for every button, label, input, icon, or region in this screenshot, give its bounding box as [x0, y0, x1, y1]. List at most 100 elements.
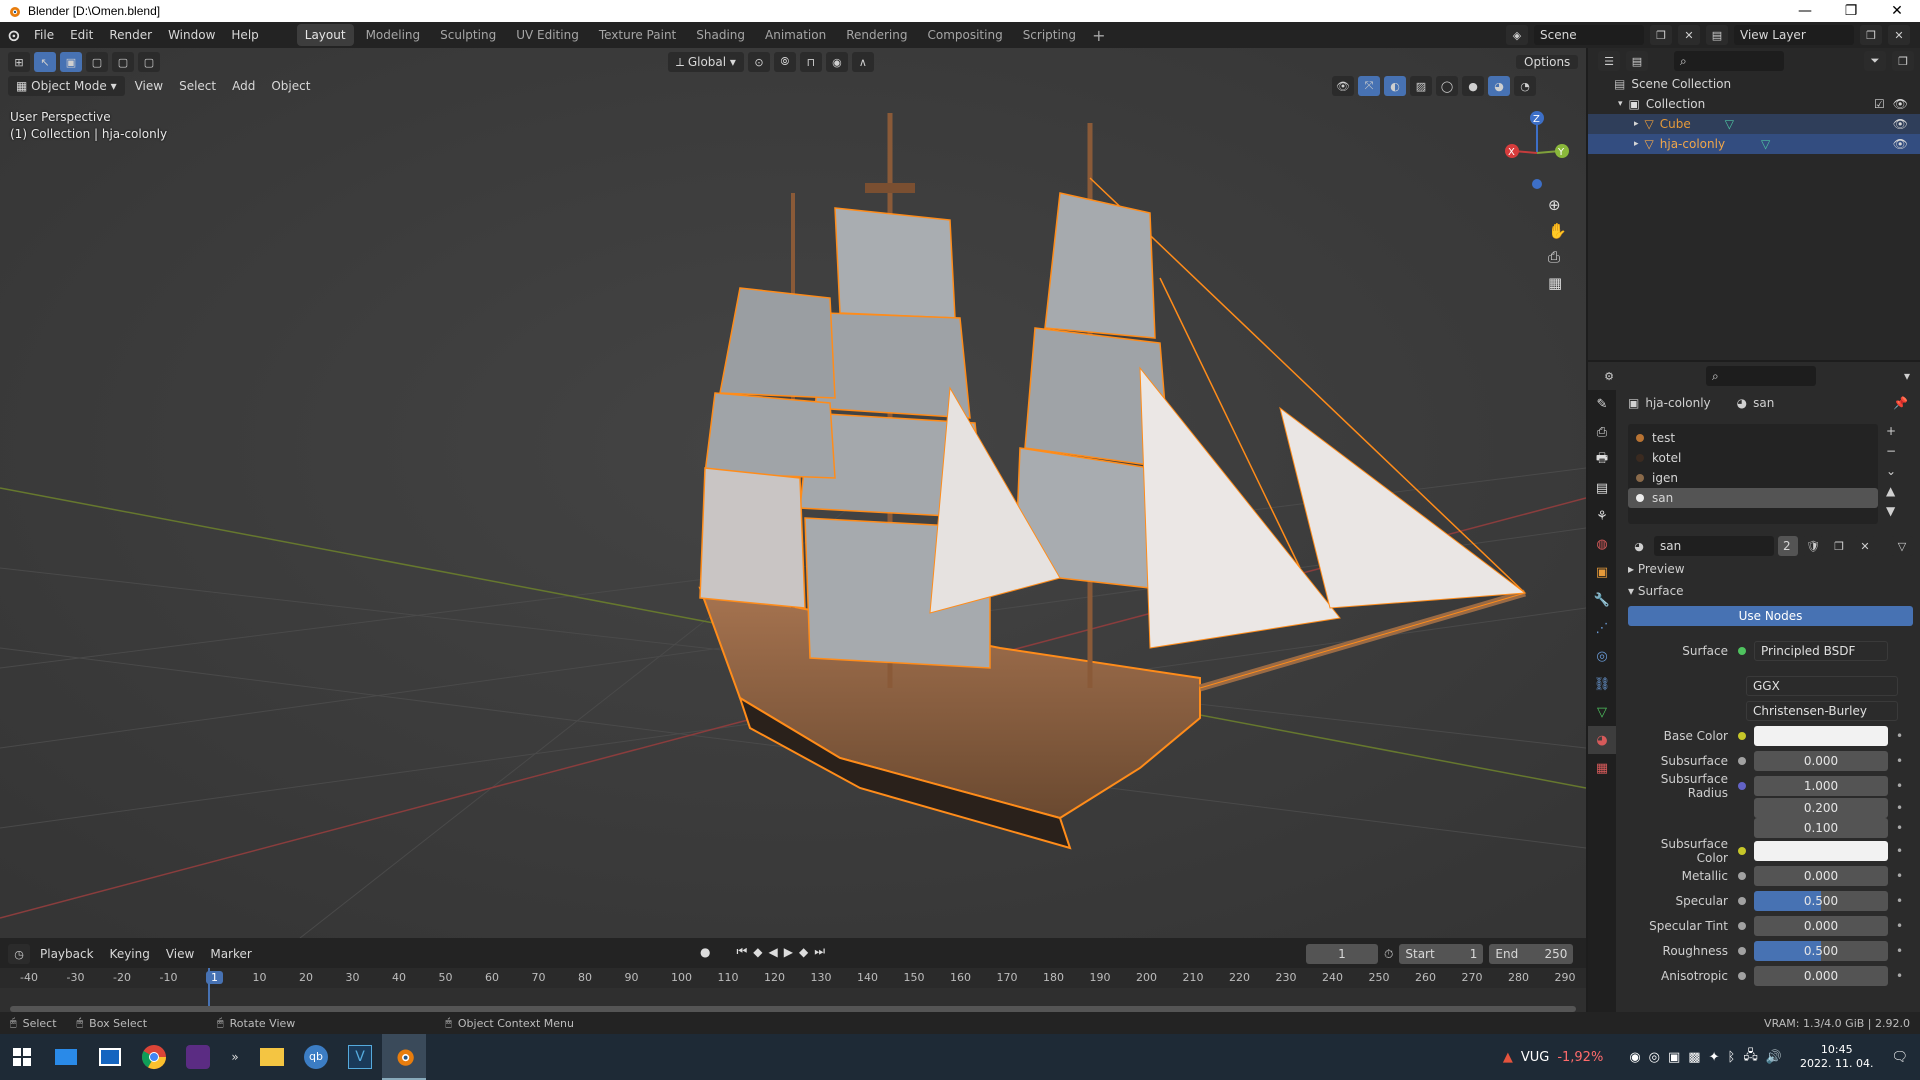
- menu-playback[interactable]: Playback: [34, 944, 100, 964]
- unlink-material-icon[interactable]: ✕: [1854, 536, 1876, 556]
- frame-ruler[interactable]: -40 -30 -20 -10 1 10 20 30 40 50 60 70 80 90 100 110 120…: [0, 968, 1586, 988]
- add-slot-icon[interactable]: +: [1886, 424, 1896, 438]
- subsurface-radius-x[interactable]: 1.000: [1754, 775, 1888, 796]
- keyframe-dot-icon[interactable]: •: [1896, 844, 1903, 858]
- move-slot-up-icon[interactable]: ▲: [1886, 484, 1896, 498]
- pin-icon[interactable]: 📌: [1893, 396, 1908, 410]
- minimize-button[interactable]: —: [1782, 0, 1828, 22]
- blender-menu-icon[interactable]: [0, 28, 26, 42]
- properties-options-icon[interactable]: ▾: [1904, 369, 1910, 383]
- physics-tab-icon[interactable]: ◎: [1588, 642, 1616, 670]
- tab-sculpting[interactable]: Sculpting: [432, 24, 504, 46]
- menu-edit[interactable]: Edit: [62, 22, 101, 48]
- material-slot-list[interactable]: test kotel igen san: [1628, 424, 1878, 524]
- xray-icon[interactable]: ▨: [1410, 76, 1432, 96]
- specular-value[interactable]: 0.500: [1754, 890, 1888, 911]
- transform-orientation-dropdown[interactable]: ⟂ Global ▾: [668, 52, 744, 72]
- material-shading-icon[interactable]: ◕: [1488, 76, 1510, 96]
- play-icon[interactable]: ▶: [784, 945, 793, 959]
- taskbar-vscode-style-app[interactable]: V: [338, 1034, 382, 1080]
- discord-icon[interactable]: ◉: [1629, 1050, 1640, 1065]
- tool-tab-icon[interactable]: ✎: [1588, 390, 1616, 418]
- collection-checkbox-icon[interactable]: ☑: [1874, 97, 1885, 111]
- snap-icon[interactable]: ⦾: [773, 52, 796, 72]
- bluetooth-icon[interactable]: ᛒ: [1728, 1050, 1736, 1065]
- camera-icon[interactable]: ⎙: [1548, 248, 1567, 266]
- add-workspace-icon[interactable]: +: [1086, 26, 1111, 45]
- scene-tab-icon[interactable]: ⚘: [1588, 502, 1616, 530]
- properties-search-input[interactable]: ⌕: [1706, 366, 1816, 386]
- hja-colonly-visibility-icon[interactable]: 👁: [1893, 137, 1908, 151]
- texture-tab-icon[interactable]: ▦: [1588, 754, 1616, 782]
- view-layer-field[interactable]: View Layer: [1734, 25, 1854, 45]
- keyframe-dot-icon[interactable]: •: [1896, 729, 1903, 743]
- expand-hja-colonly-icon[interactable]: ▸: [1634, 139, 1639, 149]
- menu-keying[interactable]: Keying: [104, 944, 156, 964]
- tab-animation[interactable]: Animation: [757, 24, 834, 46]
- tab-compositing[interactable]: Compositing: [919, 24, 1010, 46]
- snap-target-icon[interactable]: ⊓: [799, 52, 822, 72]
- mesh-data-icon[interactable]: ▽: [1761, 137, 1770, 151]
- data-tab-icon[interactable]: ▽: [1588, 698, 1616, 726]
- surface-shader-dropdown[interactable]: Principled BSDF: [1754, 640, 1888, 661]
- world-tab-icon[interactable]: ◍: [1588, 530, 1616, 558]
- end-frame-field[interactable]: End 250: [1489, 944, 1574, 964]
- taskbar-file-explorer[interactable]: [250, 1034, 294, 1080]
- cube-visibility-icon[interactable]: 👁: [1893, 117, 1908, 131]
- subsurface-value[interactable]: 0.000: [1754, 750, 1888, 771]
- menu-object[interactable]: Object: [265, 76, 316, 96]
- output-tab-icon[interactable]: 🖶: [1588, 446, 1616, 474]
- start-button[interactable]: [0, 1034, 44, 1080]
- new-collection-icon[interactable]: ❐: [1892, 51, 1914, 71]
- subsurface-method-dropdown[interactable]: Christensen-Burley: [1746, 700, 1898, 721]
- preview-panel-header[interactable]: ▸ Preview: [1628, 562, 1685, 576]
- new-scene-icon[interactable]: ❐: [1650, 25, 1672, 45]
- select-extend-icon[interactable]: ▢: [86, 52, 108, 72]
- scene-selector-icon[interactable]: ◈: [1506, 25, 1528, 45]
- rendered-shading-icon[interactable]: ◔: [1514, 76, 1536, 96]
- material-name-field[interactable]: san: [1654, 536, 1774, 556]
- display-mode-icon[interactable]: ▤: [1626, 51, 1648, 71]
- falloff-icon[interactable]: ∧: [851, 52, 874, 72]
- outliner-search-input[interactable]: ⌕: [1674, 51, 1784, 71]
- current-frame-field[interactable]: 1: [1306, 944, 1378, 964]
- options-button[interactable]: Options: [1516, 55, 1579, 69]
- next-keyframe-icon[interactable]: ◆: [799, 945, 808, 959]
- metallic-value[interactable]: 0.000: [1754, 865, 1888, 886]
- overlay-toggle-icon[interactable]: ◐: [1384, 76, 1406, 96]
- dropbox-icon[interactable]: ✦: [1709, 1050, 1720, 1065]
- taskbar-chrome[interactable]: [132, 1034, 176, 1080]
- keyframe-dot-icon[interactable]: •: [1896, 944, 1903, 958]
- stopwatch-icon[interactable]: ⏱: [1384, 947, 1393, 962]
- filter-icon[interactable]: ⏷: [1864, 51, 1886, 71]
- subsurface-radius-y[interactable]: 0.200: [1754, 798, 1888, 818]
- menu-add[interactable]: Add: [226, 76, 261, 96]
- zoom-icon[interactable]: ⊕: [1548, 196, 1567, 214]
- collection-visibility-icon[interactable]: 👁: [1893, 97, 1908, 111]
- visibility-icon[interactable]: 👁: [1332, 76, 1354, 96]
- material-slot-test[interactable]: test: [1628, 428, 1878, 448]
- tray-app-icon[interactable]: ▣: [1668, 1050, 1680, 1065]
- steam-icon[interactable]: ◎: [1649, 1050, 1660, 1065]
- volume-icon[interactable]: 🔊: [1766, 1050, 1782, 1065]
- tab-shading[interactable]: Shading: [688, 24, 753, 46]
- distribution-dropdown[interactable]: GGX: [1746, 675, 1898, 696]
- keyframe-dot-icon[interactable]: •: [1896, 919, 1903, 933]
- outliner-scene-collection[interactable]: ▤ Scene Collection: [1588, 74, 1920, 94]
- delete-view-layer-icon[interactable]: ✕: [1888, 25, 1910, 45]
- keyframe-dot-icon[interactable]: •: [1896, 821, 1903, 835]
- editor-type-icon[interactable]: ⊞: [8, 52, 30, 72]
- use-nodes-button[interactable]: Use Nodes: [1628, 606, 1913, 626]
- keyframe-dot-icon[interactable]: •: [1896, 754, 1903, 768]
- tab-scripting[interactable]: Scripting: [1015, 24, 1084, 46]
- menu-select[interactable]: Select: [173, 76, 222, 96]
- pan-hand-icon[interactable]: ✋: [1548, 222, 1567, 240]
- play-reverse-icon[interactable]: ◀: [769, 945, 778, 959]
- outliner-editor-icon[interactable]: ☰: [1598, 51, 1620, 71]
- surface-panel-header[interactable]: ▾ Surface: [1628, 584, 1684, 598]
- anisotropic-value[interactable]: 0.000: [1754, 965, 1888, 986]
- scene-field[interactable]: Scene: [1534, 25, 1644, 45]
- select-tool-icon[interactable]: ↖: [34, 52, 56, 72]
- menu-timeline-view[interactable]: View: [160, 944, 200, 964]
- select-invert-icon[interactable]: ▢: [138, 52, 160, 72]
